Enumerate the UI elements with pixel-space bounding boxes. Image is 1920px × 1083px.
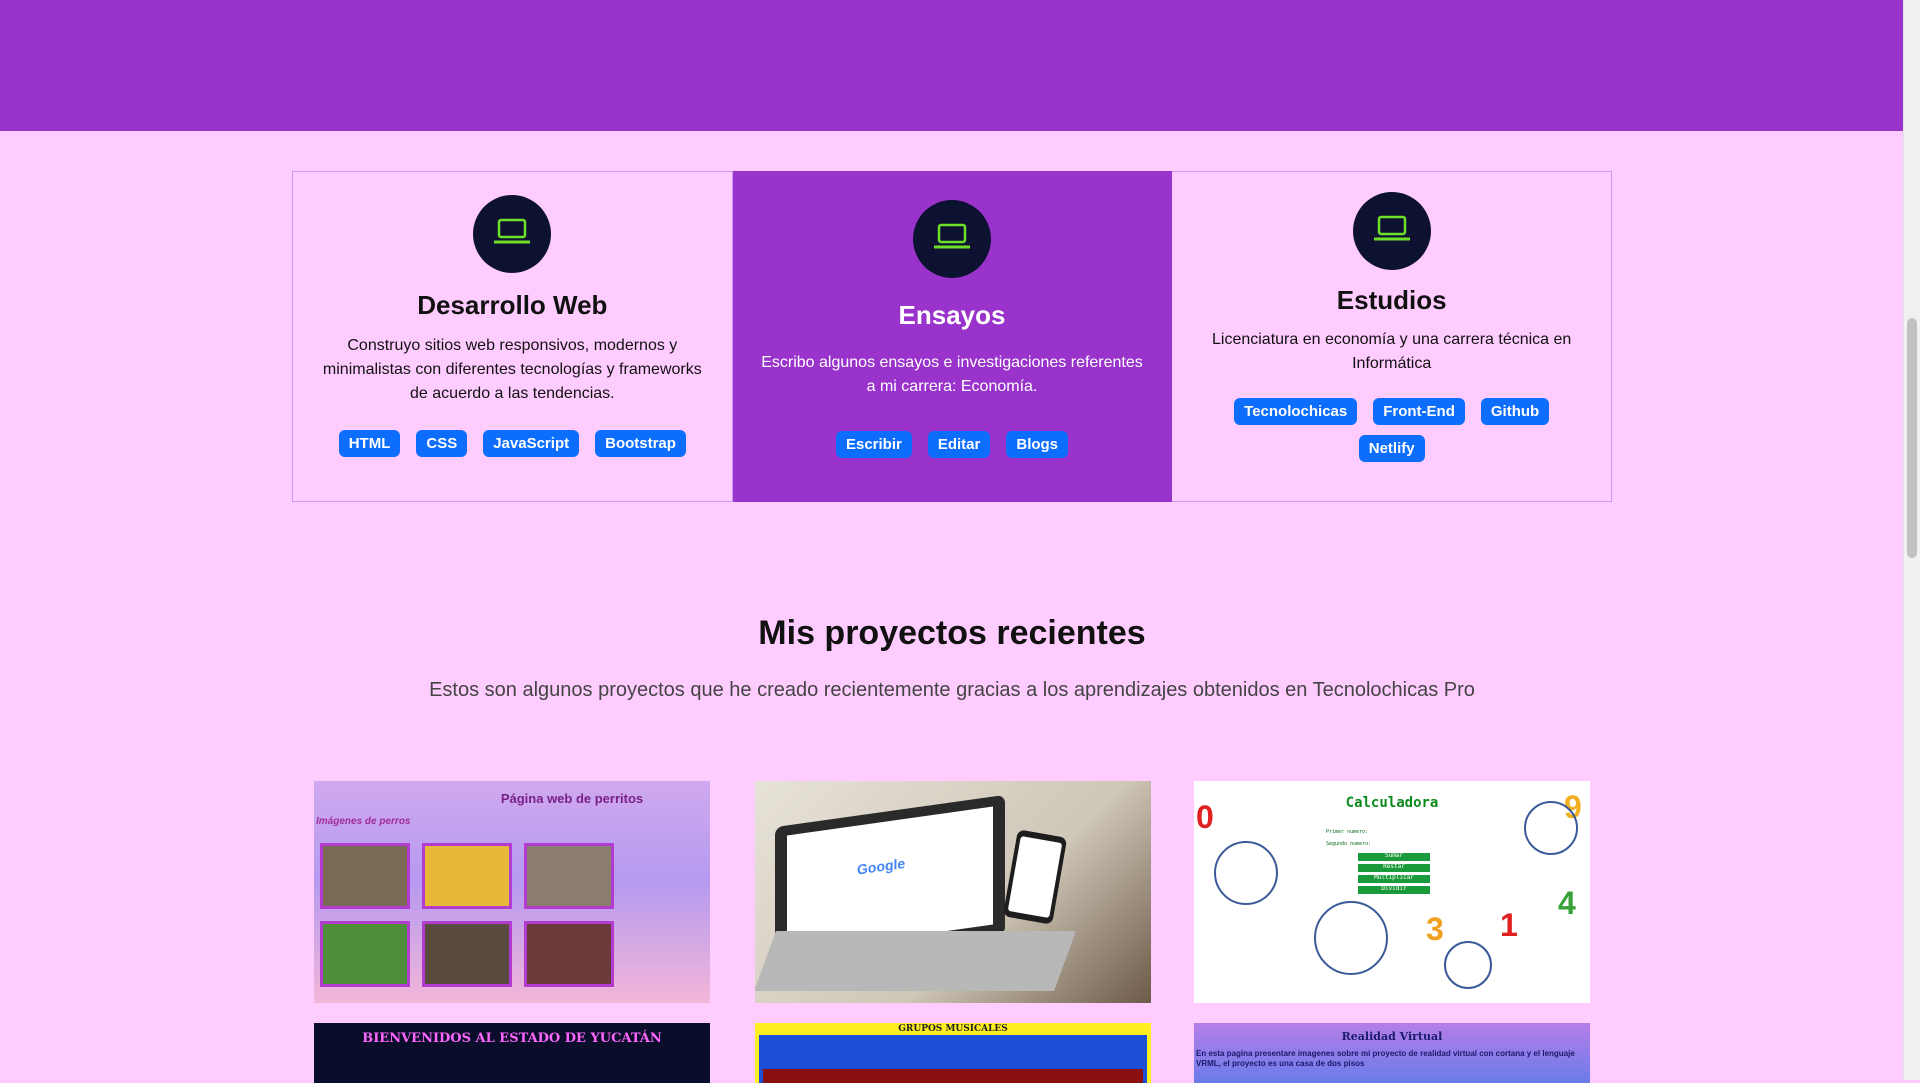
project-thumb-realidad-virtual[interactable]: Realidad Virtual En esta pagina presenta… — [1194, 1023, 1590, 1083]
projects-title: Mis proyectos recientes — [758, 614, 1146, 652]
thumb-subtitle: Imágenes de perros — [316, 816, 411, 827]
service-description: Construyo sitios web responsivos, modern… — [322, 337, 702, 402]
panel — [759, 1035, 1147, 1083]
calc-button: Multiplicar — [1358, 874, 1430, 883]
dog-image — [320, 843, 410, 909]
thumb-title: BIENVENIDOS AL ESTADO DE YUCATÁN — [362, 1031, 662, 1046]
calc-button: Restar — [1358, 863, 1430, 872]
badge-list: HTML CSS JavaScript Bootstrap — [293, 430, 732, 457]
project-thumb-grupos-musicales[interactable]: GRUPOS MUSICALES — [755, 1023, 1151, 1083]
badge-blogs[interactable]: Blogs — [1006, 431, 1069, 458]
calc-button: Dividir — [1358, 885, 1430, 894]
projects-subtitle: Estos son algunos proyectos que he cread… — [429, 679, 1475, 701]
project-thumb-calculadora[interactable]: Calculadora Primer numero: Segundo numer… — [1194, 781, 1590, 1003]
calc-button: Sumar — [1358, 852, 1430, 861]
decor-digit: 3 — [1426, 911, 1444, 947]
panel-content — [763, 1069, 1143, 1083]
badge-front-end[interactable]: Front-End — [1373, 398, 1465, 425]
badge-editar[interactable]: Editar — [927, 431, 991, 458]
decor-shape — [1444, 941, 1492, 989]
decor-shape — [1524, 801, 1578, 855]
project-thumb-laptop-photo[interactable]: Google — [755, 781, 1151, 1003]
calc-label: Segundo numero: — [1326, 841, 1372, 847]
service-title: Desarrollo Web — [417, 290, 608, 320]
google-logo: Google — [857, 854, 906, 878]
decor-digit: 4 — [1558, 885, 1576, 921]
dog-image-grid — [320, 843, 614, 987]
thumb-title: Página web de perritos — [500, 791, 644, 806]
service-description: Escribo algunos ensayos e investigacione… — [761, 354, 1143, 395]
laptop-icon — [913, 200, 991, 278]
page-scrollbar[interactable] — [1903, 0, 1920, 1080]
dog-image — [320, 921, 410, 987]
badge-list: Escribir Editar Blogs — [733, 431, 1172, 458]
phone-screen — [1007, 835, 1063, 919]
badge-javascript[interactable]: JavaScript — [483, 430, 580, 457]
decor-digit: 0 — [1196, 799, 1214, 835]
phone-image — [1002, 829, 1068, 925]
project-thumb-yucatan[interactable]: BIENVENIDOS AL ESTADO DE YUCATÁN — [314, 1023, 710, 1083]
badge-tecnolochicas[interactable]: Tecnolochicas — [1234, 398, 1358, 425]
dog-image — [422, 921, 512, 987]
service-card-ensayos: Ensayos Escribo algunos ensayos e invest… — [732, 171, 1173, 502]
service-card-estudios: Estudios Licenciatura en economía y una … — [1172, 171, 1613, 502]
thumb-title: GRUPOS MUSICALES — [898, 1024, 1008, 1034]
badge-list: Tecnolochicas Front-End Github Netlify — [1172, 398, 1611, 462]
badge-bootstrap[interactable]: Bootstrap — [595, 430, 686, 457]
services-section: Desarrollo Web Construyo sitios web resp… — [292, 171, 1613, 502]
calc-button-label: Sumar — [1384, 852, 1404, 859]
decor-shape — [1214, 841, 1278, 905]
service-title: Ensayos — [898, 300, 1006, 330]
service-title: Estudios — [1336, 285, 1447, 315]
service-description: Licenciatura en economía y una carrera t… — [1212, 331, 1572, 372]
scrollbar-thumb[interactable] — [1907, 318, 1917, 558]
decor-digit: 1 — [1500, 907, 1518, 943]
dog-image — [524, 921, 614, 987]
laptop-icon — [473, 195, 552, 273]
service-card-desarrollo-web: Desarrollo Web Construyo sitios web resp… — [292, 171, 733, 502]
calc-button-label: Restar — [1383, 863, 1405, 870]
project-thumb-perritos[interactable]: Página web de perritos Imágenes de perro… — [314, 781, 710, 1003]
calc-button-label: Multiplicar — [1374, 874, 1414, 881]
calc-button-label: Dividir — [1381, 885, 1407, 892]
hero-banner — [0, 0, 1904, 131]
decor-shape — [1314, 901, 1388, 975]
badge-netlify[interactable]: Netlify — [1358, 435, 1425, 462]
badge-escribir[interactable]: Escribir — [835, 431, 912, 458]
keyboard-image — [755, 931, 1076, 991]
thumb-title: Realidad Virtual — [1341, 1030, 1443, 1043]
badge-html[interactable]: HTML — [338, 430, 401, 457]
dog-image — [524, 843, 614, 909]
badge-css[interactable]: CSS — [416, 430, 468, 457]
badge-github[interactable]: Github — [1480, 398, 1550, 425]
thumb-text: En esta pagina presentare imagenes sobre… — [1196, 1049, 1575, 1068]
laptop-icon — [1352, 192, 1431, 270]
dog-image — [422, 843, 512, 909]
calc-label: Primer numero: — [1326, 829, 1369, 835]
